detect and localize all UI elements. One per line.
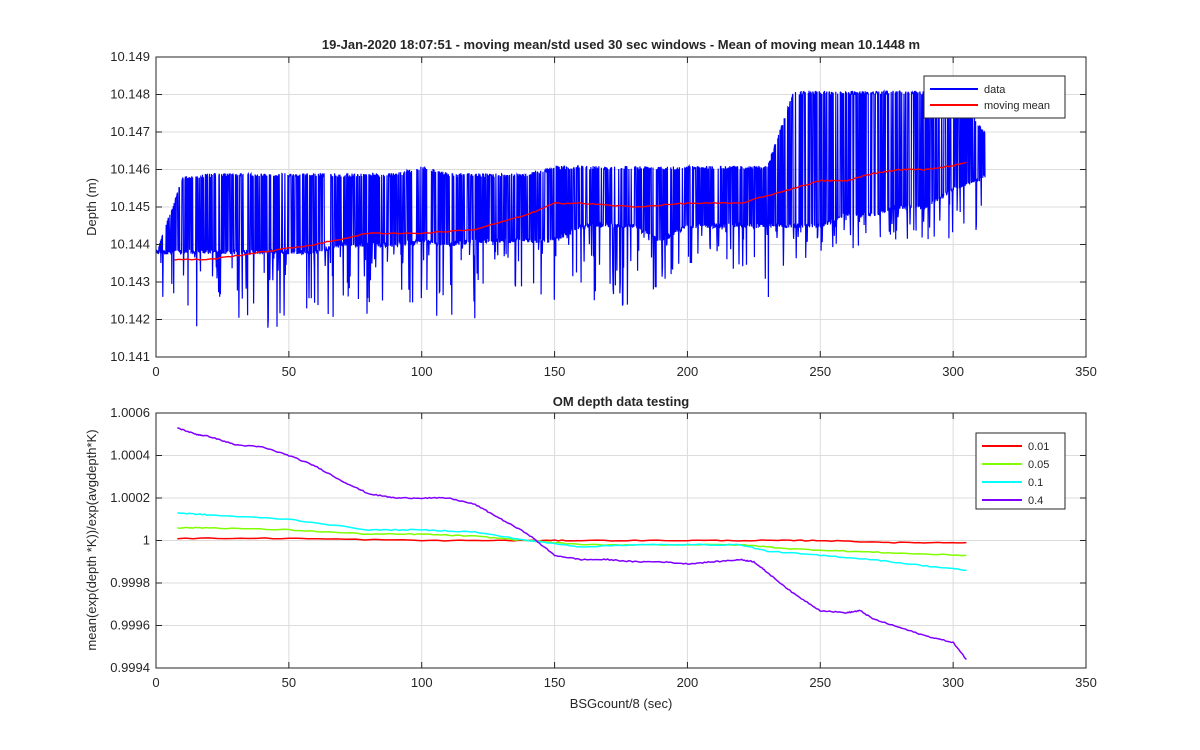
y-tick-label: 10.142 xyxy=(110,312,150,327)
y-tick-label: 1 xyxy=(143,533,150,548)
y-tick-label: 10.147 xyxy=(110,124,150,139)
y-axis-label-depth: Depth (m) xyxy=(84,178,99,236)
x-tick-label: 250 xyxy=(809,364,831,379)
chart-om: 0 50 100 150 200 250 300 350 0.9994 0.9996 0.9998 1… xyxy=(84,394,1097,711)
x-tick-label: 250 xyxy=(809,675,831,690)
chart-depth: 0 50 100 150 200 250 300 350 10.141 10.142 10.143 1… xyxy=(84,37,1097,379)
legend-depth: data moving mean xyxy=(923,75,1066,119)
legend-om: 0.01 0.05 0.1 0.4 xyxy=(975,432,1066,510)
x-tick-label: 0 xyxy=(152,675,159,690)
legend-label: 0.4 xyxy=(1028,495,1043,507)
y-tick-label: 0.9996 xyxy=(110,618,150,633)
y-tick-label: 1.0004 xyxy=(110,448,150,463)
x-tick-label: 0 xyxy=(152,364,159,379)
y-axis-label-om: mean(exp(depth *K))/exp(avgdepth*K) xyxy=(84,429,99,650)
x-tick-label: 100 xyxy=(411,364,433,379)
x-tick-label: 200 xyxy=(677,364,699,379)
y-tick-label: 0.9998 xyxy=(110,575,150,590)
x-tick-label: 100 xyxy=(411,675,433,690)
y-tick-label: 0.9994 xyxy=(110,660,150,675)
figure: 0 50 100 150 200 250 300 35010.14110.14210.1431… xyxy=(84,37,1097,711)
y-tick-label: 10.144 xyxy=(110,237,150,252)
x-tick-label: 300 xyxy=(942,364,964,379)
x-tick-label: 150 xyxy=(544,675,566,690)
legend-label: 0.05 xyxy=(1028,459,1049,471)
y-tick-label: 10.148 xyxy=(110,87,150,102)
legend-box xyxy=(975,432,1066,510)
y-tick-label: 10.146 xyxy=(110,162,150,177)
legend-label: 0.01 xyxy=(1028,441,1049,453)
y-tick-label: 10.145 xyxy=(110,199,150,214)
x-tick-label: 50 xyxy=(282,364,296,379)
y-tick-label: 10.149 xyxy=(110,49,150,64)
x-tick-label: 300 xyxy=(942,675,964,690)
chart-title-om: OM depth data testing xyxy=(553,394,690,409)
x-tick-label: 50 xyxy=(282,675,296,690)
legend-label: data xyxy=(984,84,1006,96)
x-tick-label: 150 xyxy=(544,364,566,379)
y-tick-label: 1.0002 xyxy=(110,490,150,505)
legend-label: moving mean xyxy=(984,100,1050,112)
y-tick-label: 10.143 xyxy=(110,274,150,289)
y-tick-label: 1.0006 xyxy=(110,405,150,420)
chart-title-depth: 19-Jan-2020 18:07:51 - moving mean/std u… xyxy=(322,37,920,52)
x-axis-label-om: BSGcount/8 (sec) xyxy=(570,696,673,711)
x-tick-label: 350 xyxy=(1075,364,1097,379)
x-tick-label: 200 xyxy=(677,675,699,690)
x-tick-label: 350 xyxy=(1075,675,1097,690)
legend-label: 0.1 xyxy=(1028,477,1043,489)
y-tick-label: 10.141 xyxy=(110,349,150,364)
